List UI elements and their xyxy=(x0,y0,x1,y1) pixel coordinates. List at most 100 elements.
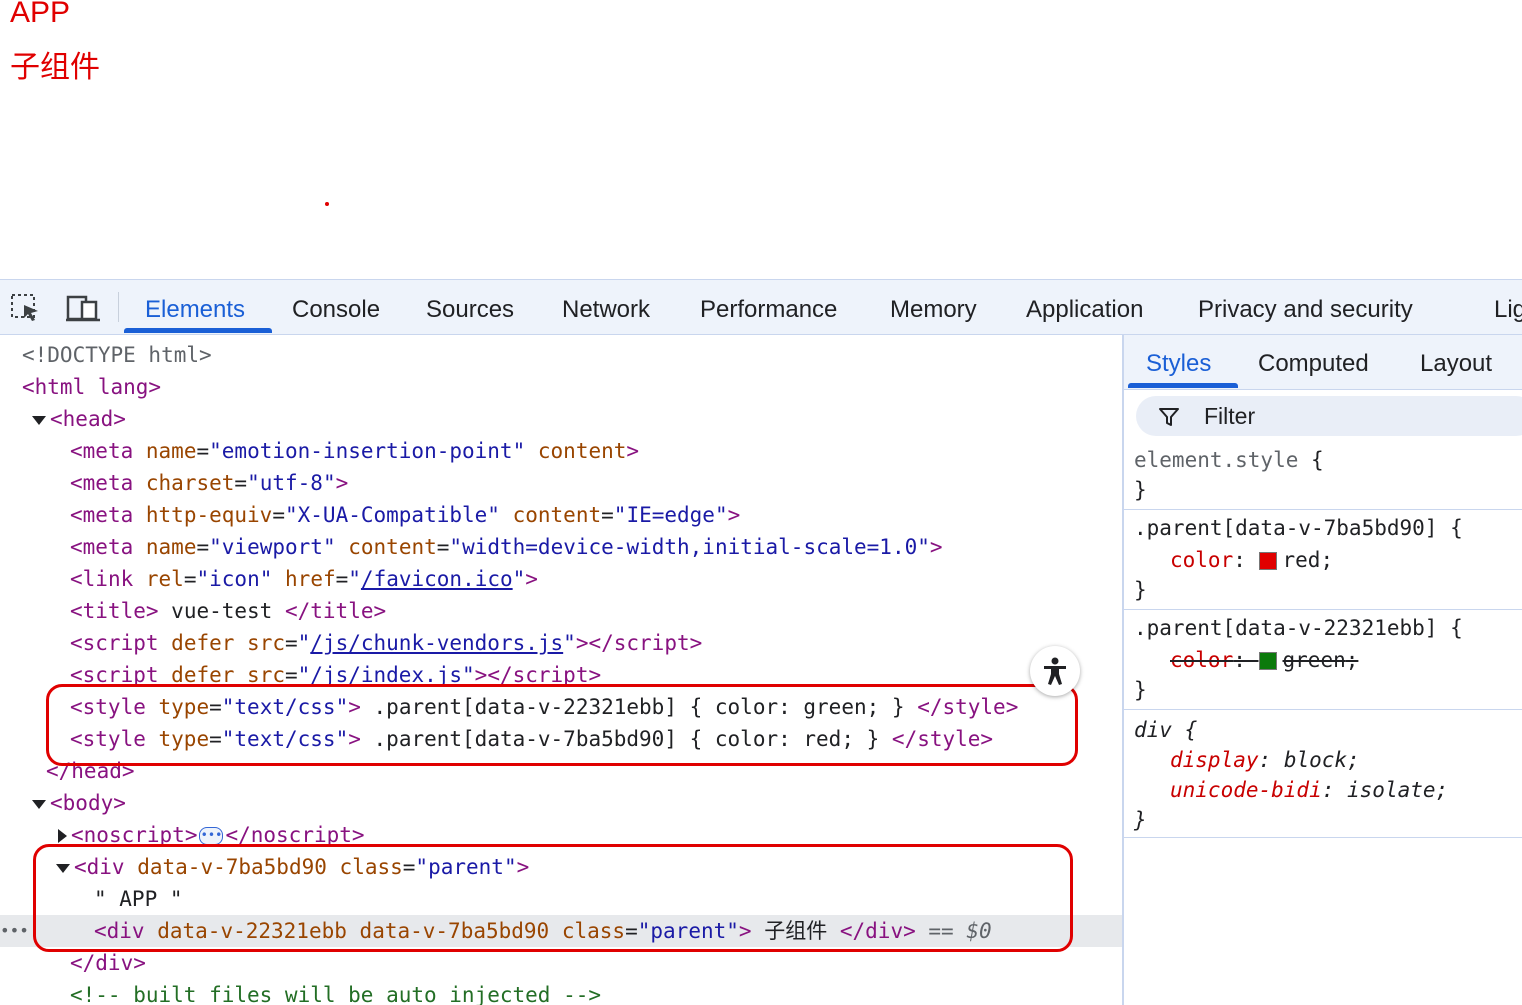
attr-name: class xyxy=(339,855,403,879)
rule-selector: .parent[data-v-7ba5bd90] xyxy=(1134,516,1438,540)
attr-value: utf-8 xyxy=(259,471,323,495)
attr-value: icon xyxy=(209,567,260,591)
accessibility-tree-button[interactable] xyxy=(1030,646,1080,696)
tab-elements[interactable]: Elements xyxy=(145,296,245,324)
attr-name: href xyxy=(285,567,336,591)
dom-node-script-index[interactable]: <script defer src="/js/index.js"></scrip… xyxy=(0,659,1122,691)
dom-node-title[interactable]: <title> vue-test </title> xyxy=(0,595,1122,627)
styles-filter-input[interactable]: Filter xyxy=(1136,396,1522,436)
tab-network[interactable]: Network xyxy=(562,296,650,324)
tab-console[interactable]: Console xyxy=(292,296,380,324)
style-rule-parent-red[interactable]: .parent[data-v-7ba5bd90] { color: red; } xyxy=(1124,511,1522,610)
dom-node-style-red[interactable]: <style type="text/css"> .parent[data-v-7… xyxy=(0,723,1122,755)
css-property-name: display xyxy=(1170,748,1259,772)
tab-lighthouse[interactable]: Lig xyxy=(1494,296,1522,324)
elements-tree: <!DOCTYPE html> <html lang> <head> <meta… xyxy=(0,335,1122,1005)
more-options-icon[interactable]: ••• xyxy=(0,915,29,947)
css-property-value-overridden[interactable]: green xyxy=(1283,648,1346,672)
style-rule-parent-green[interactable]: .parent[data-v-22321ebb] { color: green;… xyxy=(1124,611,1522,710)
color-swatch-green[interactable] xyxy=(1258,652,1277,670)
toolbar-separator xyxy=(118,292,119,322)
child-text: 子组件 xyxy=(764,919,828,943)
dom-node-link-icon[interactable]: <link rel="icon" href="/favicon.ico"> xyxy=(0,563,1122,595)
dom-node-style-green[interactable]: <style type="text/css"> .parent[data-v-2… xyxy=(0,691,1122,723)
attr-name: content xyxy=(537,439,627,463)
dom-node-html[interactable]: <html lang> xyxy=(0,371,1122,403)
tag-name: link xyxy=(82,567,134,591)
tab-styles[interactable]: Styles xyxy=(1146,350,1211,378)
tab-computed[interactable]: Computed xyxy=(1258,350,1369,378)
device-toolbar-icon[interactable] xyxy=(66,293,100,323)
rule-selector: element.style xyxy=(1134,448,1299,472)
collapse-triangle-icon[interactable] xyxy=(32,799,46,809)
color-swatch-red[interactable] xyxy=(1258,552,1277,570)
page-child-text: 子组件 xyxy=(10,50,100,85)
attr-value: parent xyxy=(428,855,504,879)
filter-placeholder: Filter xyxy=(1204,403,1256,429)
tab-performance[interactable]: Performance xyxy=(700,296,837,324)
collapse-triangle-icon[interactable] xyxy=(56,863,70,873)
active-tab-indicator xyxy=(1128,383,1238,388)
style-css-text: .parent[data-v-7ba5bd90] { color: red; } xyxy=(373,727,880,751)
html-open-tag: <html lang> xyxy=(22,375,162,399)
ellipsis-badge-icon[interactable]: ••• xyxy=(199,827,224,845)
collapse-triangle-icon[interactable] xyxy=(32,415,46,425)
rendered-page: APP 子组件 xyxy=(0,0,1522,279)
head-close-tag: </head> xyxy=(46,759,135,783)
attr-name: content xyxy=(512,503,602,527)
tab-privacy-security[interactable]: Privacy and security xyxy=(1198,296,1413,324)
attr-name: data-v-7ba5bd90 xyxy=(359,919,550,943)
css-property-value[interactable]: red xyxy=(1283,548,1321,572)
style-rule-element[interactable]: element.style { } xyxy=(1124,443,1522,510)
dom-node-body[interactable]: <body> xyxy=(0,787,1122,819)
tag-name: meta xyxy=(82,439,134,463)
dom-node-noscript[interactable]: <noscript> ••• </noscript> xyxy=(0,819,1122,851)
dom-node-meta-http-equiv[interactable]: <meta http-equiv="X-UA-Compatible" conte… xyxy=(0,499,1122,531)
dom-node-div-close[interactable]: </div> xyxy=(0,947,1122,979)
attr-value: emotion-insertion-point xyxy=(221,439,513,463)
expand-triangle-icon[interactable] xyxy=(58,829,67,843)
tab-memory[interactable]: Memory xyxy=(890,296,977,324)
style-rule-div-useragent[interactable]: div { display: block; unicode-bidi: isol… xyxy=(1124,711,1522,838)
tab-sources[interactable]: Sources xyxy=(426,296,514,324)
noscript-tag-name: noscript xyxy=(83,823,185,847)
page-dot xyxy=(325,202,329,206)
attr-name: name xyxy=(145,439,197,463)
dom-node-div-child-selected[interactable]: ••• <div data-v-22321ebb data-v-7ba5bd90 … xyxy=(0,915,1122,947)
dom-node-doctype[interactable]: <!DOCTYPE html> xyxy=(0,339,1122,371)
devtools-panel: Elements Console Sources Network Perform… xyxy=(0,279,1522,1005)
dom-node-head[interactable]: <head> xyxy=(0,403,1122,435)
attr-name: rel xyxy=(145,567,184,591)
dom-node-meta-emotion[interactable]: <meta name="emotion-insertion-point" con… xyxy=(0,435,1122,467)
dom-node-script-vendors[interactable]: <script defer src="/js/chunk-vendors.js"… xyxy=(0,627,1122,659)
css-property-value: isolate xyxy=(1347,778,1436,802)
attr-name: name xyxy=(145,535,197,559)
dom-comment-node[interactable]: <!-- built files will be auto injected -… xyxy=(0,979,1122,1005)
attr-name: content xyxy=(348,535,437,559)
css-property-name[interactable]: color xyxy=(1170,548,1233,572)
dom-node-meta-viewport[interactable]: <meta name="viewport" content="width=dev… xyxy=(0,531,1122,563)
page-app-text: APP xyxy=(10,0,71,29)
attr-name: class xyxy=(561,919,626,943)
attr-name: data-v-22321ebb xyxy=(157,919,347,943)
dom-node-head-close[interactable]: </head> xyxy=(0,755,1122,787)
attr-value: X-UA-Compatible xyxy=(297,503,488,527)
css-property-value: block xyxy=(1283,748,1348,772)
tag-name: meta xyxy=(82,471,134,495)
attr-name: http-equiv xyxy=(145,503,273,527)
dom-node-meta-charset[interactable]: <meta charset="utf-8"> xyxy=(0,467,1122,499)
styles-tabs: Styles Computed Layout xyxy=(1124,335,1522,390)
inspect-element-icon[interactable] xyxy=(10,293,42,323)
title-text: vue-test xyxy=(171,599,273,623)
tab-application[interactable]: Application xyxy=(1026,296,1143,324)
css-property-name-overridden[interactable]: color xyxy=(1170,648,1233,672)
dom-node-div-parent[interactable]: <div data-v-7ba5bd90 class="parent"> xyxy=(0,851,1122,883)
dom-text-node-app[interactable]: " APP " xyxy=(0,883,1122,915)
rule-selector: .parent[data-v-22321ebb] xyxy=(1134,616,1438,640)
script-src-link[interactable]: /js/chunk-vendors.js xyxy=(310,631,563,655)
script-src-link[interactable]: /js/index.js xyxy=(310,663,462,687)
favicon-link[interactable]: /favicon.ico xyxy=(361,567,513,591)
tab-layout[interactable]: Layout xyxy=(1420,350,1492,378)
comment-text: <!-- built files will be auto injected -… xyxy=(70,983,602,1005)
tag-name: meta xyxy=(82,535,134,559)
